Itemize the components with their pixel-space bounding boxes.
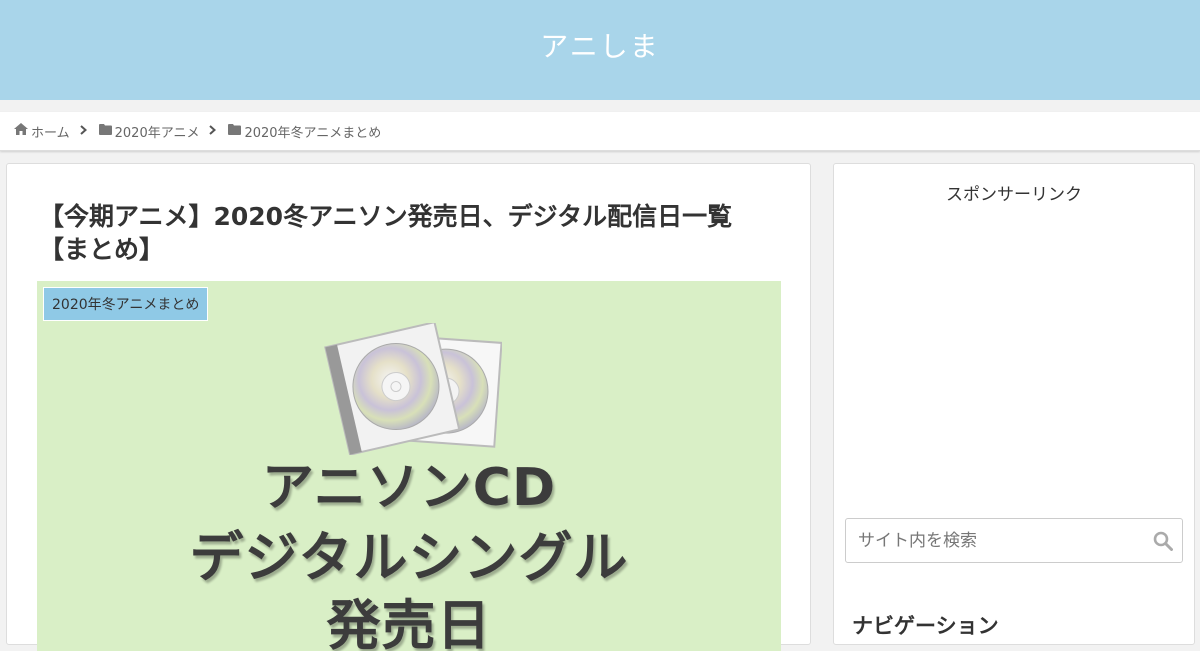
breadcrumb-home[interactable]: ホーム — [14, 122, 70, 141]
site-title[interactable]: アニしま — [540, 25, 659, 65]
search-input[interactable] — [846, 519, 1136, 562]
folder-icon — [98, 123, 112, 139]
breadcrumb-label: 2020年アニメ — [114, 125, 200, 141]
eyecatch-image: 2020年冬アニメまとめ アニソンCD デジタルシングル 発売日 — [37, 281, 781, 651]
article-title-line1: 【今期アニメ】2020冬アニソン発売日、デジタル配信日一覧 — [39, 202, 733, 231]
breadcrumb-bar: ホーム 2020年アニメ 2020年冬アニメまとめ — [0, 112, 1200, 151]
article-card: 【今期アニメ】2020冬アニソン発売日、デジタル配信日一覧 【まとめ】 2020… — [6, 163, 811, 651]
breadcrumb-label: 2020年冬アニメまとめ — [244, 125, 382, 141]
breadcrumb-2020-anime[interactable]: 2020年アニメ — [98, 122, 200, 141]
breadcrumb-label: ホーム — [31, 125, 70, 141]
category-label[interactable]: 2020年冬アニメまとめ — [43, 287, 209, 321]
home-icon — [14, 123, 28, 139]
sponsor-link-label: スポンサーリンク — [946, 185, 1082, 205]
breadcrumb-2020-winter-anime[interactable]: 2020年冬アニメまとめ — [228, 122, 381, 141]
eyecatch-line3: 発売日 — [326, 594, 492, 651]
sidebar: スポンサーリンク ナビゲーション — [833, 163, 1195, 645]
search-icon — [1153, 531, 1173, 551]
breadcrumb: ホーム 2020年アニメ 2020年冬アニメまとめ — [14, 112, 381, 150]
article-title: 【今期アニメ】2020冬アニソン発売日、デジタル配信日一覧 【まとめ】 — [39, 200, 779, 266]
search-box — [845, 518, 1183, 563]
article-title-line2: 【まとめ】 — [39, 235, 165, 264]
site-header: アニしま — [0, 0, 1200, 100]
cd-case-icon — [324, 323, 502, 455]
chevron-right-icon — [79, 124, 87, 139]
folder-icon — [228, 123, 242, 139]
chevron-right-icon — [209, 124, 217, 139]
search-button[interactable] — [1144, 519, 1182, 562]
eyecatch-line1: アニソンCD — [261, 458, 557, 518]
navigation-heading: ナビゲーション — [852, 614, 999, 638]
